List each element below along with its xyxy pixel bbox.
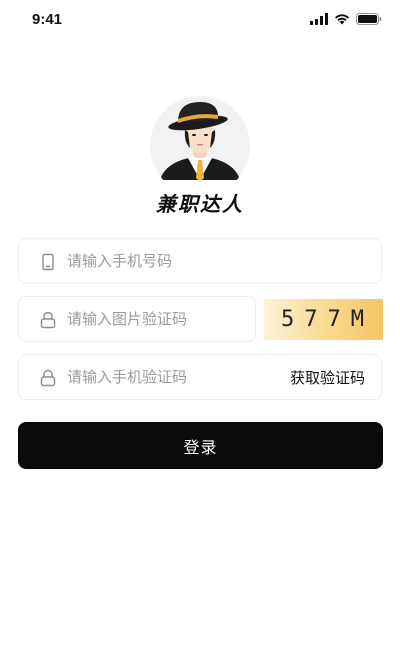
captcha-field[interactable] [18, 296, 267, 342]
status-icons [310, 13, 382, 25]
phone-icon [42, 253, 54, 271]
status-time: 9:41 [32, 11, 63, 28]
lock-icon [40, 369, 56, 387]
avatar [150, 96, 250, 180]
login-button[interactable]: 登录 [18, 422, 383, 469]
battery-icon [356, 13, 382, 25]
phone-field[interactable] [18, 238, 382, 284]
get-code-button[interactable]: 获取验证码 [290, 367, 365, 388]
captcha-image[interactable]: 577M [264, 299, 383, 340]
phone-input[interactable] [67, 239, 267, 283]
captcha-input[interactable] [67, 297, 267, 341]
sms-code-field[interactable]: 获取验证码 [18, 354, 382, 400]
lock-icon [40, 311, 56, 329]
app-name: 兼职达人 [156, 192, 244, 216]
wifi-icon [335, 14, 349, 25]
status-bar: 9:41 [0, 0, 400, 40]
sms-code-input[interactable] [67, 355, 267, 399]
signal-icon [310, 13, 328, 25]
